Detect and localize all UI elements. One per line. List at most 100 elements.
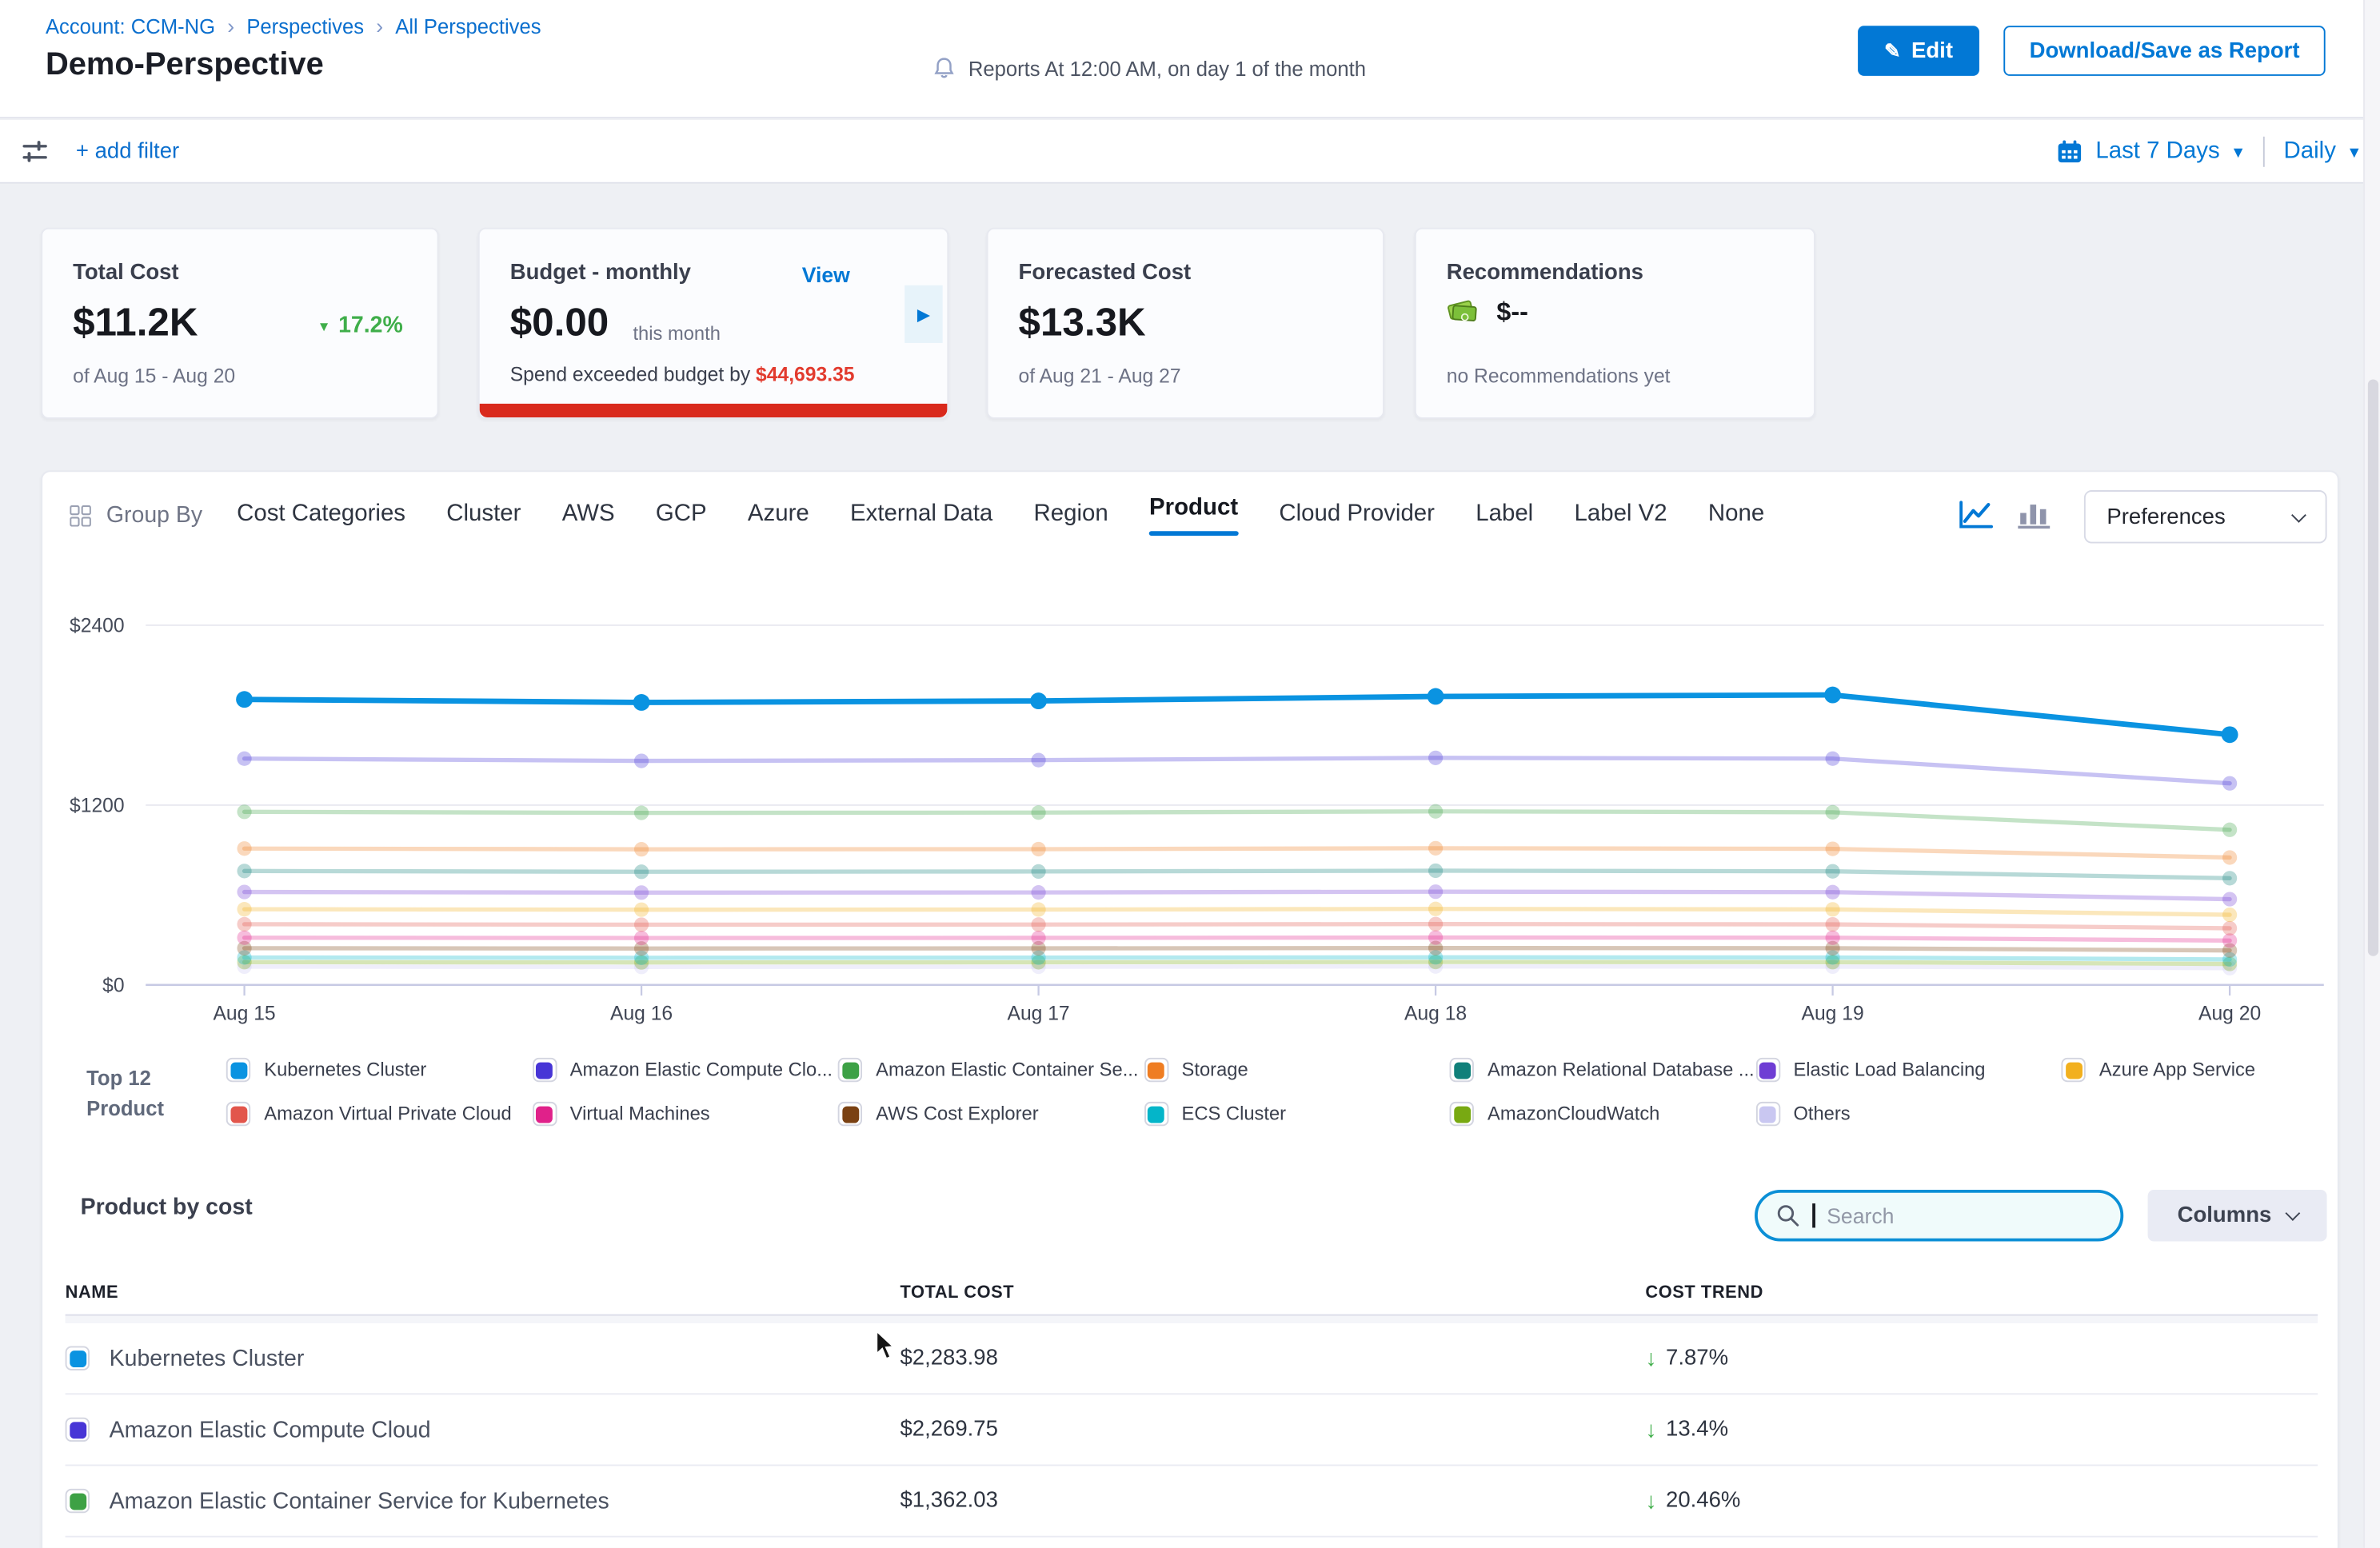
color-swatch <box>2061 1058 2085 1082</box>
color-swatch <box>838 1102 862 1126</box>
breadcrumb-account[interactable]: Account: CCM-NG <box>46 14 215 37</box>
forecasted-value: $13.3K <box>1019 299 1146 346</box>
tab-external-data[interactable]: External Data <box>850 501 992 528</box>
page-scrollbar[interactable] <box>2363 0 2380 1548</box>
table-row-kubernetes-cluster[interactable]: Kubernetes Cluster$2,283.98↓7.87% <box>66 1323 2318 1394</box>
calendar-icon <box>2056 140 2082 164</box>
trend-down-arrow-icon: ↓ <box>1645 1417 1656 1442</box>
arrow-right-icon: ▶ <box>917 305 930 325</box>
legend-item-virtual-machines[interactable]: Virtual Machines <box>532 1102 837 1126</box>
legend-item-ecs-cluster[interactable]: ECS Cluster <box>1144 1102 1449 1126</box>
chart-type-toggle <box>1958 499 2051 529</box>
legend-item-label: Others <box>1793 1103 1850 1125</box>
preferences-dropdown[interactable]: Preferences <box>2084 490 2327 543</box>
group-by-label: Group By <box>106 502 202 528</box>
budget-alert: Spend exceeded budget by $44,693.35 <box>510 363 855 385</box>
breadcrumb-all-perspectives[interactable]: All Perspectives <box>395 14 541 37</box>
legend-item-label: Amazon Elastic Container Se... <box>876 1059 1138 1081</box>
budget-view-link[interactable]: View <box>802 262 850 286</box>
breadcrumb: Account: CCM-NG › Perspectives › All Per… <box>46 14 541 38</box>
legend-item-amazon-virtual-private-cloud[interactable]: Amazon Virtual Private Cloud <box>226 1102 532 1126</box>
group-by-tabs: Cost Categories Cluster AWS GCP Azure Externa… <box>237 501 1764 528</box>
tab-gcp[interactable]: GCP <box>656 501 707 528</box>
tab-none[interactable]: None <box>1708 501 1764 528</box>
reports-schedule: Reports At 12:00 AM, on day 1 of the mon… <box>932 56 1366 80</box>
granularity-dropdown[interactable]: Daily <box>2284 138 2336 166</box>
tab-label-v2[interactable]: Label V2 <box>1574 501 1667 528</box>
cost-trend-line-chart[interactable]: $2400$1200$0Aug 15Aug 16Aug 17Aug 18Aug … <box>58 605 2326 1048</box>
tab-aws[interactable]: AWS <box>562 501 615 528</box>
row-cost-trend: 7.87% <box>1666 1346 1728 1370</box>
svg-text:$1200: $1200 <box>70 795 125 816</box>
tab-label[interactable]: Label <box>1476 501 1533 528</box>
color-swatch <box>1144 1058 1168 1082</box>
svg-text:$2400: $2400 <box>70 616 125 637</box>
total-cost-value: $11.2K <box>73 299 198 346</box>
tab-cluster[interactable]: Cluster <box>446 501 521 528</box>
legend-item-label: ECS Cluster <box>1182 1103 1287 1125</box>
card-title: Budget - monthly <box>510 261 691 285</box>
main-panel: Group By Cost Categories Cluster AWS GCP Azu… <box>41 470 2339 1548</box>
legend-item-aws-cost-explorer[interactable]: AWS Cost Explorer <box>838 1102 1144 1126</box>
legend-item-amazoncloudwatch[interactable]: AmazonCloudWatch <box>1450 1102 1755 1126</box>
column-header-cost-trend: COST TREND <box>1645 1284 1763 1303</box>
breadcrumb-perspectives[interactable]: Perspectives <box>246 14 364 37</box>
search-input[interactable]: Search <box>1755 1190 2123 1242</box>
scrollbar-thumb[interactable] <box>2368 379 2378 956</box>
table-row-amazon-elastic-container-service-for-kubernetes[interactable]: Amazon Elastic Container Service for Kub… <box>66 1466 2318 1537</box>
chevron-down-icon <box>2285 1206 2300 1221</box>
card-period: of Aug 15 - Aug 20 <box>73 365 235 387</box>
row-total-cost: $2,269.75 <box>900 1394 997 1464</box>
tab-cost-categories[interactable]: Cost Categories <box>237 501 405 528</box>
money-icon <box>1447 296 1484 328</box>
filter-sliders-icon[interactable] <box>22 140 49 164</box>
legend-item-amazon-relational-database[interactable]: Amazon Relational Database ... <box>1450 1058 1755 1082</box>
svg-text:Aug 15: Aug 15 <box>213 1003 275 1024</box>
table-row-amazon-elastic-compute-cloud[interactable]: Amazon Elastic Compute Cloud$2,269.75↓13… <box>66 1394 2318 1466</box>
card-expand-arrow-button[interactable]: ▶ <box>904 285 942 343</box>
cost-delta: ▼ 17.2% <box>317 313 403 338</box>
date-range-dropdown[interactable]: Last 7 Days <box>2095 138 2219 166</box>
caret-down-icon: ▾ <box>2234 142 2242 163</box>
filter-bar: + add filter Last 7 Days ▾ Daily ▾ <box>0 120 2380 184</box>
color-swatch <box>226 1058 250 1082</box>
text-cursor <box>1812 1203 1815 1227</box>
chevron-right-icon: › <box>227 14 234 38</box>
legend-item-label: Storage <box>1182 1059 1248 1081</box>
legend-item-label: Amazon Elastic Compute Clo... <box>570 1059 833 1081</box>
download-save-report-button[interactable]: Download/Save as Report <box>2003 26 2326 76</box>
legend-item-amazon-elastic-container-se[interactable]: Amazon Elastic Container Se... <box>838 1058 1144 1082</box>
tab-region[interactable]: Region <box>1034 501 1108 528</box>
tab-product[interactable]: Product <box>1149 495 1238 522</box>
legend-item-others[interactable]: Others <box>1755 1102 2061 1126</box>
legend-item-storage[interactable]: Storage <box>1144 1058 1449 1082</box>
svg-text:Aug 18: Aug 18 <box>1404 1003 1467 1024</box>
group-by-label-block: Group By <box>70 502 202 528</box>
legend-item-label: AmazonCloudWatch <box>1488 1103 1659 1125</box>
legend-item-kubernetes-cluster[interactable]: Kubernetes Cluster <box>226 1058 532 1082</box>
table-body: Kubernetes Cluster$2,283.98↓7.87% Amazon … <box>66 1323 2318 1538</box>
card-period: of Aug 21 - Aug 27 <box>1019 365 1181 387</box>
table-header-row: NAME TOTAL COST COST TREND <box>66 1281 2318 1316</box>
card-title: Forecasted Cost <box>1019 261 1192 285</box>
chevron-right-icon: › <box>376 14 383 38</box>
tab-cloud-provider[interactable]: Cloud Provider <box>1279 501 1435 528</box>
tab-azure[interactable]: Azure <box>748 501 809 528</box>
recommendations-value: $-- <box>1496 297 1527 327</box>
line-chart-icon[interactable] <box>1958 499 1995 529</box>
columns-dropdown[interactable]: Columns <box>2148 1190 2327 1242</box>
edit-button[interactable]: ✎ Edit <box>1858 26 1979 76</box>
product-cost-table: NAME TOTAL COST COST TREND Kubernetes Cl… <box>66 1281 2318 1538</box>
color-swatch <box>1755 1058 1779 1082</box>
row-cost-trend: 20.46% <box>1666 1489 1740 1513</box>
color-swatch <box>532 1058 556 1082</box>
color-swatch <box>226 1102 250 1126</box>
column-header-name: NAME <box>66 1284 119 1303</box>
triangle-down-icon: ▼ <box>317 318 331 333</box>
bar-chart-icon[interactable] <box>2017 499 2051 529</box>
legend-item-elastic-load-balancing[interactable]: Elastic Load Balancing <box>1755 1058 2061 1082</box>
legend-item-azure-app-service[interactable]: Azure App Service <box>2061 1058 2366 1082</box>
legend-item-amazon-elastic-compute-clo[interactable]: Amazon Elastic Compute Clo... <box>532 1058 837 1082</box>
add-filter-button[interactable]: + add filter <box>76 120 179 184</box>
top-header: Account: CCM-NG › Perspectives › All Per… <box>0 0 2380 118</box>
